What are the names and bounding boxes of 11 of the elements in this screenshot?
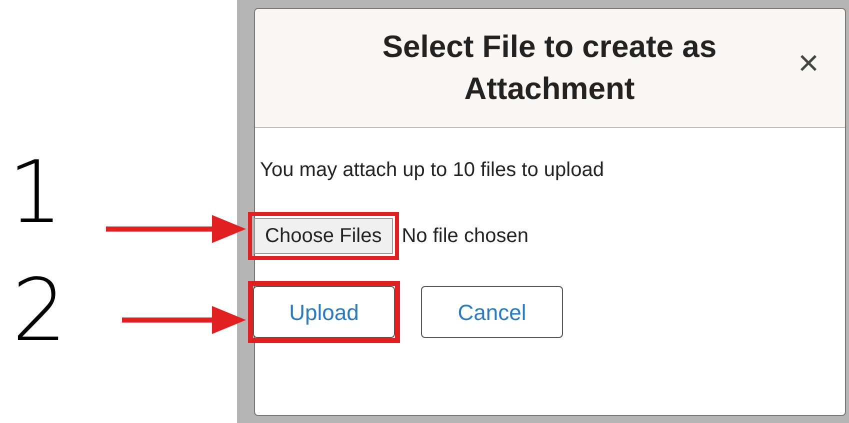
step-number: 1: [8, 150, 63, 236]
dialog-button[interactable]: Upload: [253, 286, 395, 338]
step-number: 2: [12, 268, 67, 354]
dialog-button[interactable]: Cancel: [421, 286, 563, 338]
file-status: No file chosen: [402, 224, 528, 249]
arrow-icon: [122, 305, 246, 335]
instruction-text: You may attach up to 10 files to upload: [260, 158, 605, 183]
choose-files-button[interactable]: Choose Files: [254, 218, 393, 254]
arrow-icon: [106, 214, 246, 244]
dialog-title: Select File to create as Attachment: [381, 28, 718, 108]
close-button[interactable]: ×: [798, 45, 819, 81]
